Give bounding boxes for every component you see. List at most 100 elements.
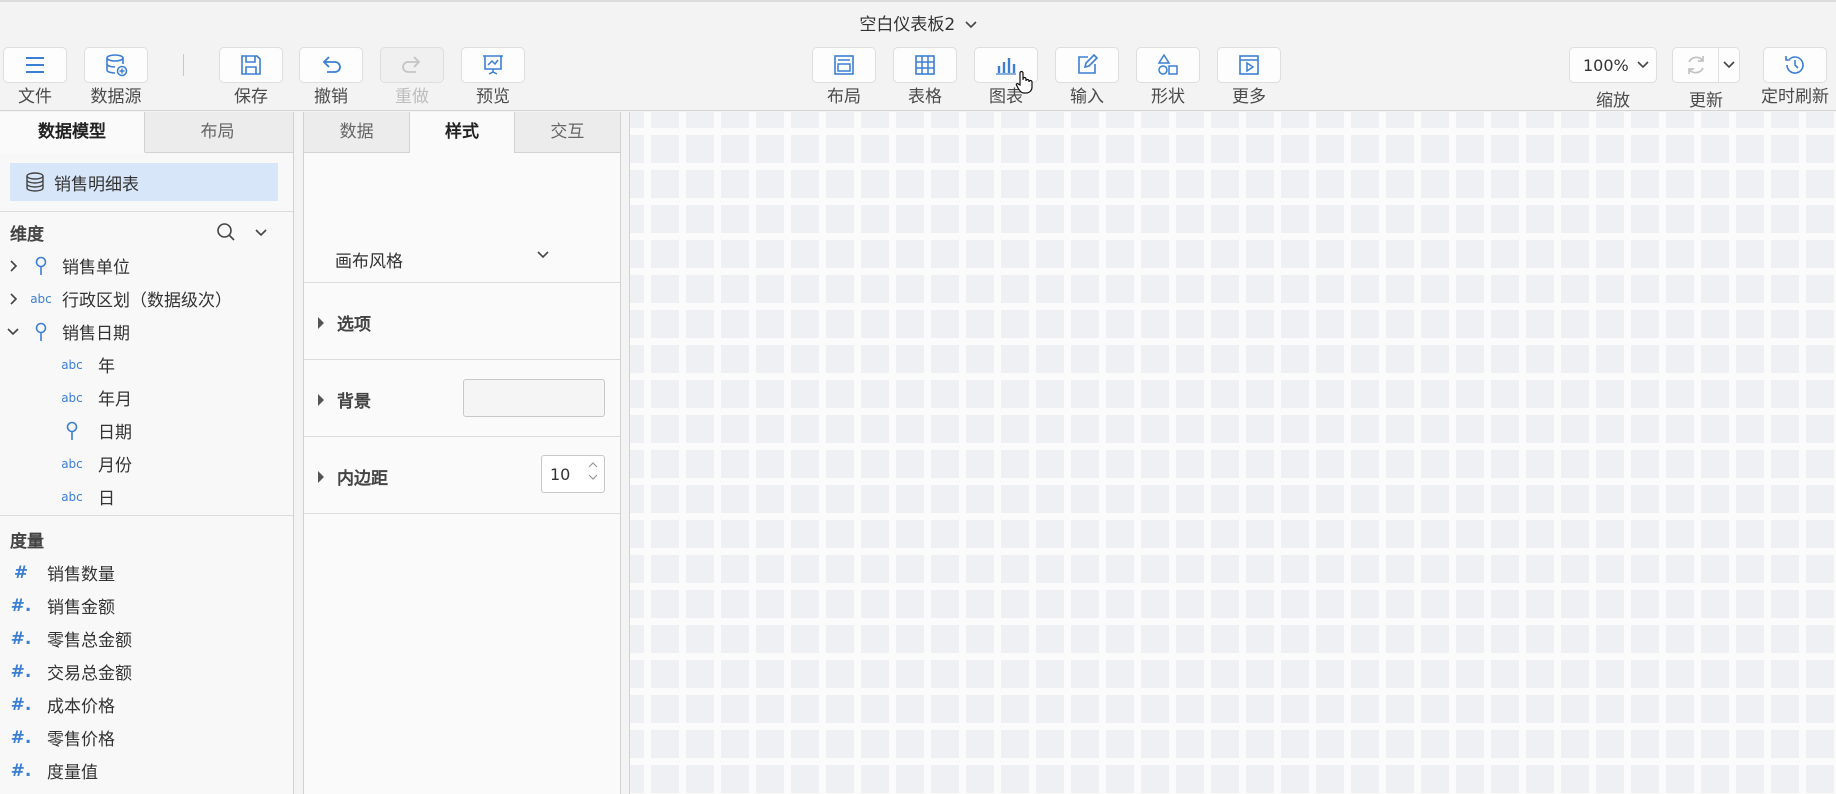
datasource-button[interactable]: 数据源 [83, 47, 149, 107]
tree-item-sales-unit[interactable]: 销售单位 [0, 249, 293, 282]
table-button[interactable]: 表格 [892, 47, 958, 107]
preview-button-box[interactable] [461, 47, 525, 83]
tree-item-date[interactable]: 日期 [0, 414, 293, 447]
shape-button[interactable]: 形状 [1135, 47, 1201, 107]
measure-item[interactable]: #. 零售总金额 [0, 622, 293, 655]
undo-button-box[interactable] [299, 47, 363, 83]
more-label: 更多 [1232, 87, 1266, 107]
geo-pin-icon [26, 322, 56, 342]
chevron-right-icon[interactable] [0, 259, 26, 273]
tree-item-label: 行政区划（数据级次） [62, 291, 232, 311]
refresh-button[interactable] [1673, 48, 1719, 82]
text-type-icon: abc [30, 291, 52, 306]
measure-item[interactable]: #. 成本价格 [0, 688, 293, 721]
background-section[interactable]: 背景 [304, 360, 620, 437]
tree-item-label: 年 [98, 357, 115, 377]
tree-item-year-month[interactable]: abc 年月 [0, 381, 293, 414]
shape-button-box[interactable] [1136, 47, 1200, 83]
tab-interaction[interactable]: 交互 [515, 112, 620, 152]
chevron-down-icon [965, 21, 977, 29]
zoom-select[interactable]: 100% [1569, 47, 1657, 83]
more-button[interactable]: 更多 [1216, 47, 1282, 107]
input-button-box[interactable] [1055, 47, 1119, 83]
undo-button[interactable]: 撤销 [298, 47, 364, 107]
measure-item[interactable]: #. 交易总金额 [0, 655, 293, 688]
measure-item[interactable]: #. 零售价格 [0, 721, 293, 754]
datasource-button-box[interactable] [84, 47, 148, 83]
timed-refresh-button-box[interactable] [1763, 47, 1827, 83]
save-button[interactable]: 保存 [218, 47, 284, 107]
measure-item[interactable]: #. 销售金额 [0, 589, 293, 622]
padding-stepper[interactable]: 10 [541, 455, 605, 493]
chevron-right-icon[interactable] [0, 292, 26, 306]
input-button[interactable]: 输入 [1054, 47, 1120, 107]
refresh-split-button[interactable] [1672, 47, 1740, 83]
measure-label: 交易总金额 [47, 664, 132, 684]
text-type-icon: abc [61, 489, 83, 504]
refresh-icon [1687, 56, 1704, 74]
measure-label: 零售价格 [47, 730, 115, 750]
chevron-up-icon[interactable] [588, 461, 598, 468]
measure-label: 零售总金额 [47, 631, 132, 651]
tab-data-model[interactable]: 数据模型 [0, 112, 145, 153]
edit-icon [1078, 53, 1099, 74]
timed-refresh-label: 定时刷新 [1761, 87, 1829, 107]
text-type-icon: abc [61, 357, 83, 372]
tree-item-year[interactable]: abc 年 [0, 348, 293, 381]
layout-icon [834, 55, 854, 75]
tree-item-day[interactable]: abc 日 [0, 480, 293, 513]
chevron-down-icon[interactable] [0, 327, 26, 337]
tree-item-label: 销售单位 [62, 258, 130, 278]
tab-style[interactable]: 样式 [409, 112, 515, 153]
dashboard-canvas[interactable] [629, 112, 1836, 794]
tab-data[interactable]: 数据 [304, 112, 409, 152]
tab-layout[interactable]: 布局 [145, 112, 290, 152]
tree-item-admin-division[interactable]: abc 行政区划（数据级次） [0, 282, 293, 315]
redo-button-box[interactable] [380, 47, 444, 83]
data-model-panel: 数据模型 布局 销售明细表 维度 销售单位 abc 行政区划（数据级次） 销售日… [0, 112, 294, 794]
measure-item[interactable]: # 销售数量 [0, 556, 293, 589]
geo-pin-icon [52, 421, 92, 441]
background-label: 背景 [337, 392, 371, 412]
dashboard-title[interactable]: 空白仪表板2 [0, 13, 1836, 37]
chevron-down-icon[interactable] [588, 474, 598, 481]
file-button-box[interactable] [3, 47, 67, 83]
measures-title: 度量 [10, 531, 44, 552]
tree-item-month[interactable]: abc 月份 [0, 447, 293, 480]
canvas-style-label: 画布风格 [335, 252, 403, 272]
selected-table[interactable]: 销售明细表 [10, 163, 278, 201]
number-type-icon: #. [10, 595, 32, 616]
table-button-box[interactable] [893, 47, 957, 83]
redo-button[interactable]: 重做 [379, 47, 445, 107]
chevron-down-icon[interactable] [536, 250, 550, 260]
chevron-down-icon[interactable] [254, 222, 268, 242]
preview-button[interactable]: 预览 [460, 47, 526, 107]
search-icon[interactable] [216, 222, 236, 242]
preview-label: 预览 [476, 87, 510, 107]
canvas-style-select[interactable]: 画布风格 [304, 153, 620, 283]
undo-label: 撤销 [314, 87, 348, 107]
more-button-box[interactable] [1217, 47, 1281, 83]
layout-button-box[interactable] [812, 47, 876, 83]
measure-label: 度量值 [47, 763, 98, 783]
refresh-dropdown[interactable] [1719, 48, 1739, 82]
text-type-icon: abc [61, 390, 83, 405]
number-type-icon: #. [10, 661, 32, 682]
timed-refresh-button[interactable]: 定时刷新 [1755, 47, 1835, 107]
padding-section[interactable]: 内边距 10 [304, 437, 620, 514]
caret-right-icon[interactable] [318, 317, 324, 329]
measure-item[interactable]: #. 度量值 [0, 754, 293, 787]
hand-pointer-cursor-icon [1015, 70, 1033, 94]
background-color-picker[interactable] [463, 379, 605, 417]
save-button-box[interactable] [219, 47, 283, 83]
database-add-icon [106, 54, 128, 77]
geo-pin-icon [26, 256, 56, 276]
tree-item-sales-date[interactable]: 销售日期 [0, 315, 293, 348]
file-button[interactable]: 文件 [2, 47, 68, 107]
zoom-label: 缩放 [1596, 91, 1630, 111]
options-section[interactable]: 选项 [304, 283, 620, 360]
measure-label: 成本价格 [47, 697, 115, 717]
layout-button[interactable]: 布局 [811, 47, 877, 107]
caret-right-icon[interactable] [318, 471, 324, 483]
caret-right-icon[interactable] [318, 394, 324, 406]
